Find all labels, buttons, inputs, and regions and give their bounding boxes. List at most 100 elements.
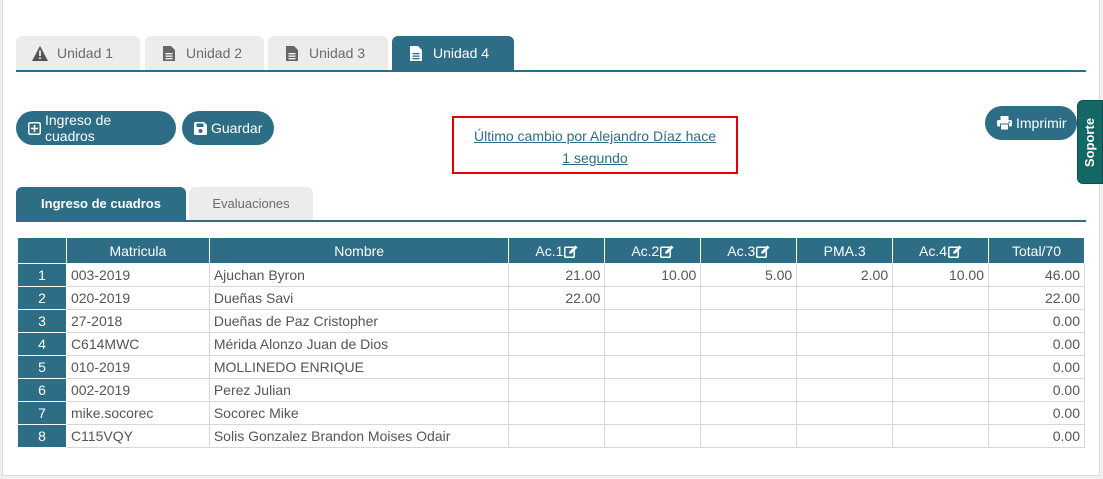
plus-square-icon — [28, 121, 41, 135]
cell-ac3[interactable] — [700, 332, 798, 356]
header-label: Ac.3 — [727, 242, 756, 259]
cell-ac2[interactable]: 10.00 — [604, 263, 702, 287]
cell-pma3 — [796, 355, 894, 379]
header-ac1[interactable]: Ac.1 — [508, 237, 606, 264]
cell-matricula: 010-2019 — [65, 355, 210, 379]
cell-ac4[interactable] — [892, 401, 990, 425]
cell-ac3[interactable] — [700, 355, 798, 379]
cell-ac1[interactable] — [508, 378, 606, 402]
cell-ac4[interactable] — [892, 309, 990, 333]
cell-ac3[interactable] — [700, 378, 798, 402]
cell-total: 0.00 — [988, 424, 1085, 448]
tab-label: Unidad 2 — [186, 45, 243, 61]
tab-label: Unidad 3 — [309, 45, 366, 61]
header-ac2[interactable]: Ac.2 — [604, 237, 702, 264]
cell-matricula: 002-2019 — [65, 378, 210, 402]
tab-label: Unidad 4 — [433, 45, 490, 61]
cell-ac3[interactable] — [700, 424, 798, 448]
cell-ac1[interactable]: 21.00 — [508, 263, 606, 287]
last-change-link[interactable]: Último cambio por Alejandro Díaz hace — [454, 125, 736, 147]
header-ac3[interactable]: Ac.3 — [700, 237, 798, 264]
tab-evaluaciones[interactable]: Evaluaciones — [189, 187, 313, 220]
table-row: 7 mike.socorec Socorec Mike 0.00 — [17, 401, 1085, 425]
table-row: 6 002-2019 Perez Julian 0.00 — [17, 378, 1085, 402]
cell-pma3 — [796, 286, 894, 310]
warning-icon — [32, 45, 48, 61]
tab-ingreso-de-cuadros[interactable]: Ingreso de cuadros — [16, 187, 186, 220]
edit-icon[interactable] — [756, 245, 770, 259]
cell-ac3[interactable] — [700, 401, 798, 425]
tab-unidad-3[interactable]: Unidad 3 — [268, 36, 388, 70]
support-tab[interactable]: Soporte — [1077, 100, 1103, 184]
header-ac4[interactable]: Ac.4 — [892, 237, 990, 264]
tab-unidad-1[interactable]: Unidad 1 — [16, 36, 140, 70]
tab-unidad-2[interactable]: Unidad 2 — [145, 36, 264, 70]
edit-icon[interactable] — [660, 245, 674, 259]
save-icon — [194, 121, 207, 135]
cell-pma3: 2.00 — [796, 263, 894, 287]
cell-ac1[interactable]: 22.00 — [508, 286, 606, 310]
cell-total: 22.00 — [988, 286, 1085, 310]
cell-ac2[interactable] — [604, 309, 702, 333]
guardar-button[interactable]: Guardar — [182, 111, 274, 145]
cell-ac4[interactable] — [892, 286, 990, 310]
cell-ac3[interactable] — [700, 309, 798, 333]
button-label: Guardar — [211, 120, 263, 136]
tab-unidad-4[interactable]: Unidad 4 — [392, 36, 514, 70]
cell-matricula: 020-2019 — [65, 286, 210, 310]
edit-icon[interactable] — [948, 245, 962, 259]
cell-ac4[interactable] — [892, 332, 990, 356]
cell-ac2[interactable] — [604, 332, 702, 356]
cell-pma3 — [796, 309, 894, 333]
header-total: Total/70 — [988, 237, 1085, 264]
cell-ac4[interactable] — [892, 424, 990, 448]
cell-ac2[interactable] — [604, 424, 702, 448]
header-index — [17, 237, 67, 264]
cell-total: 0.00 — [988, 401, 1085, 425]
row-index: 2 — [17, 286, 67, 310]
cell-ac4[interactable] — [892, 355, 990, 379]
cell-ac1[interactable] — [508, 355, 606, 379]
edit-icon[interactable] — [564, 245, 578, 259]
cell-nombre: Dueñas Savi — [208, 286, 510, 310]
cell-ac3[interactable] — [700, 286, 798, 310]
cell-ac2[interactable] — [604, 378, 702, 402]
cell-ac1[interactable] — [508, 401, 606, 425]
last-change-time[interactable]: 1 segundo — [454, 147, 736, 169]
cell-ac1[interactable] — [508, 332, 606, 356]
cell-ac3[interactable]: 5.00 — [700, 263, 798, 287]
row-index: 7 — [17, 401, 67, 425]
button-label: Imprimir — [1016, 115, 1067, 131]
grades-table: Matricula Nombre Ac.1 Ac.2 Ac.3 PMA.3 Ac… — [17, 237, 1085, 448]
cell-ac2[interactable] — [604, 286, 702, 310]
cell-ac1[interactable] — [508, 309, 606, 333]
cell-total: 0.00 — [988, 332, 1085, 356]
cell-ac2[interactable] — [604, 355, 702, 379]
cell-nombre: Perez Julian — [208, 378, 510, 402]
cell-matricula: mike.socorec — [65, 401, 210, 425]
table-row: 5 010-2019 MOLLINEDO ENRIQUE 0.00 — [17, 355, 1085, 379]
imprimir-button[interactable]: Imprimir — [985, 106, 1077, 140]
tab-label: Unidad 1 — [57, 45, 114, 61]
cell-nombre: Mérida Alonzo Juan de Dios — [208, 332, 510, 356]
cell-pma3 — [796, 401, 894, 425]
table-header-row: Matricula Nombre Ac.1 Ac.2 Ac.3 PMA.3 Ac… — [17, 237, 1085, 264]
cell-ac1[interactable] — [508, 424, 606, 448]
cell-ac2[interactable] — [604, 401, 702, 425]
cell-ac4[interactable] — [892, 378, 990, 402]
row-index: 6 — [17, 378, 67, 402]
cell-matricula: 003-2019 — [65, 263, 210, 287]
cell-total: 46.00 — [988, 263, 1085, 287]
ingreso-de-cuadros-button[interactable]: Ingreso de cuadros — [16, 111, 176, 145]
header-nombre: Nombre — [208, 237, 510, 264]
header-matricula: Matricula — [65, 237, 210, 264]
cell-nombre: Ajuchan Byron — [208, 263, 510, 287]
cell-total: 0.00 — [988, 309, 1085, 333]
cell-matricula: C115VQY — [65, 424, 210, 448]
cell-ac4[interactable]: 10.00 — [892, 263, 990, 287]
table-row: 8 C115VQY Solis Gonzalez Brandon Moises … — [17, 424, 1085, 448]
row-index: 4 — [17, 332, 67, 356]
support-label: Soporte — [1082, 117, 1098, 167]
print-icon — [997, 116, 1012, 130]
cell-nombre: Dueñas de Paz Cristopher — [208, 309, 510, 333]
